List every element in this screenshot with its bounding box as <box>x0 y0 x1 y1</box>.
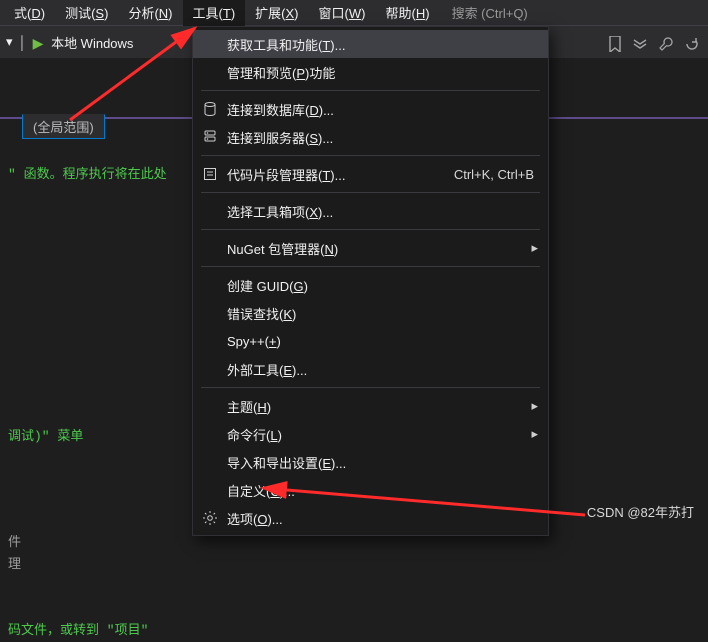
menu-item-label: 命令行(L) <box>227 425 534 444</box>
menu-separator <box>201 229 540 230</box>
snippet-icon <box>201 165 219 183</box>
menu-item-label: 外部工具(E)... <box>227 360 534 379</box>
menu-item[interactable]: 连接到服务器(S)... <box>193 123 548 151</box>
menu-separator <box>201 90 540 91</box>
menu-item-label: 主题(H) <box>227 397 534 416</box>
menubar-item[interactable]: 测试(S) <box>55 0 118 26</box>
menu-separator <box>201 192 540 193</box>
submenu-arrow-icon: ▸ <box>531 426 538 442</box>
menu-item[interactable]: 外部工具(E)... <box>193 355 548 383</box>
menu-item[interactable]: 命令行(L)▸ <box>193 420 548 448</box>
menu-item-shortcut: Ctrl+K, Ctrl+B <box>454 167 534 182</box>
menubar: 式(D)测试(S)分析(N)工具(T)扩展(X)窗口(W)帮助(H) 搜索 (Ct… <box>0 0 708 26</box>
menu-item[interactable]: NuGet 包管理器(N)▸ <box>193 234 548 262</box>
dropdown-arrow-icon[interactable]: ▾ <box>6 34 13 50</box>
menu-separator <box>201 266 540 267</box>
menu-item[interactable]: 选择工具箱项(X)... <box>193 197 548 225</box>
menubar-item[interactable]: 工具(T) <box>183 0 246 26</box>
menu-item-label: 管理和预览(P)功能 <box>227 63 534 82</box>
menu-item[interactable]: Spy++(+) <box>193 327 548 355</box>
server-icon <box>201 128 219 146</box>
refresh-icon[interactable] <box>684 36 700 55</box>
menu-item-label: 连接到服务器(S)... <box>227 128 534 147</box>
menu-item[interactable]: 导入和导出设置(E)... <box>193 448 548 476</box>
menu-item[interactable]: 选项(O)... <box>193 504 548 532</box>
gear-icon <box>201 509 219 527</box>
play-icon: ▶ <box>33 35 44 51</box>
watermark: CSDN @82年苏打 <box>587 502 694 521</box>
menu-item-label: 连接到数据库(D)... <box>227 100 534 119</box>
submenu-arrow-icon: ▸ <box>531 398 538 414</box>
run-label: 本地 Windows <box>51 36 133 51</box>
menu-item-label: 选项(O)... <box>227 509 534 528</box>
db-icon <box>201 100 219 118</box>
scope-tab[interactable]: (全局范围) <box>22 114 105 139</box>
menu-item-label: NuGet 包管理器(N) <box>227 239 534 258</box>
submenu-arrow-icon: ▸ <box>531 240 538 256</box>
toolbar-separator: │ <box>19 35 27 50</box>
menubar-item[interactable]: 式(D) <box>4 0 55 26</box>
menu-item-label: 选择工具箱项(X)... <box>227 202 534 221</box>
menu-item[interactable]: 主题(H)▸ <box>193 392 548 420</box>
menu-item[interactable]: 管理和预览(P)功能 <box>193 58 548 86</box>
scope-label: (全局范围) <box>33 120 94 135</box>
menu-item-label: Spy++(+) <box>227 334 534 349</box>
run-button[interactable]: ▶ 本地 Windows <box>33 33 134 52</box>
menu-item-label: 自定义(C)... <box>227 481 534 500</box>
bookmark-icon[interactable] <box>608 36 622 55</box>
menu-item-label: 导入和导出设置(E)... <box>227 453 534 472</box>
menubar-item[interactable]: 扩展(X) <box>245 0 308 26</box>
menu-item[interactable]: 错误查找(K) <box>193 299 548 327</box>
menu-item[interactable]: 获取工具和功能(T)... <box>193 30 548 58</box>
menu-item-label: 错误查找(K) <box>227 304 534 323</box>
menu-item-label: 创建 GUID(G) <box>227 276 534 295</box>
menu-item-label: 获取工具和功能(T)... <box>227 35 534 54</box>
menu-item[interactable]: 创建 GUID(G) <box>193 271 548 299</box>
search-hint[interactable]: 搜索 (Ctrl+Q) <box>452 3 528 22</box>
menu-separator <box>201 155 540 156</box>
menu-separator <box>201 387 540 388</box>
menubar-item[interactable]: 分析(N) <box>118 0 182 26</box>
right-icon-strip <box>608 32 700 58</box>
menu-item[interactable]: 连接到数据库(D)... <box>193 95 548 123</box>
overflow-icon[interactable] <box>632 36 648 55</box>
wrench-icon[interactable] <box>658 36 674 55</box>
menu-item-label: 代码片段管理器(T)... <box>227 165 434 184</box>
menubar-item[interactable]: 窗口(W) <box>309 0 376 26</box>
menubar-item[interactable]: 帮助(H) <box>375 0 439 26</box>
tools-dropdown: 获取工具和功能(T)... 管理和预览(P)功能连接到数据库(D)... 连接到服务… <box>192 26 549 536</box>
menu-item[interactable]: 自定义(C)... <box>193 476 548 504</box>
menu-item[interactable]: 代码片段管理器(T)... Ctrl+K, Ctrl+B <box>193 160 548 188</box>
